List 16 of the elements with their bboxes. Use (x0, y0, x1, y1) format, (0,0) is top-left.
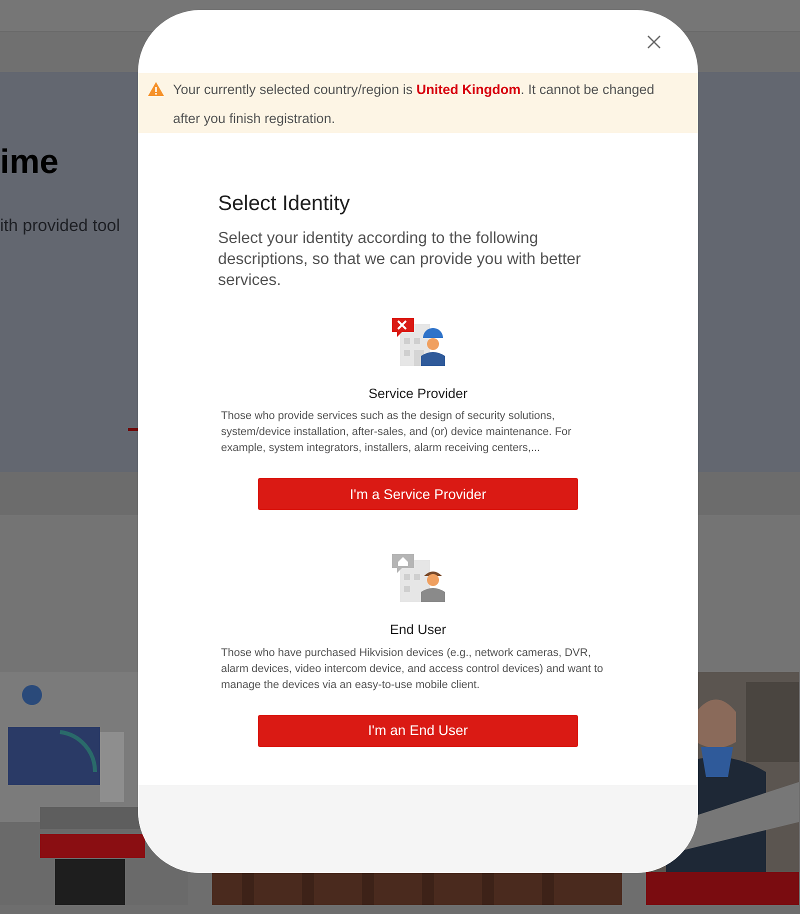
hero-heading: ime (0, 142, 59, 183)
select-identity-button[interactable]: I'm an End User (258, 714, 578, 747)
select-identity-button[interactable]: I'm a Service Provider (258, 478, 578, 510)
close-icon (646, 34, 662, 50)
dialog-title: Select Identity (218, 191, 351, 216)
close-button[interactable] (646, 34, 662, 50)
end-user-drawing (390, 552, 446, 604)
intro-text: Select your identity according to the following descriptions, so that we can provide you with better services. (218, 229, 582, 292)
warning-icon (147, 81, 165, 97)
service-provider-drawing (390, 316, 446, 368)
option-title: End User (390, 621, 446, 640)
option-description: Those who have purchased Hikvision devices (e.g., network cameras, DVR, alarm devices, video intercom device, and access control devices) and want to manage the devices via an easy-to-use mobile client. (221, 646, 604, 693)
hero-subtitle: ith provided tool (0, 214, 120, 237)
option-title: Service Provider (368, 385, 468, 404)
option-description: Those who provide services such as the design of security solutions, system/device installation, after-sales, and (or) device maintenance. For example, system integrators, installers, alarm receiving centers,... (221, 409, 572, 456)
notice-text: Your currently selected country/region is United Kingdom. It cannot be changed after you finish registration. (173, 81, 656, 128)
